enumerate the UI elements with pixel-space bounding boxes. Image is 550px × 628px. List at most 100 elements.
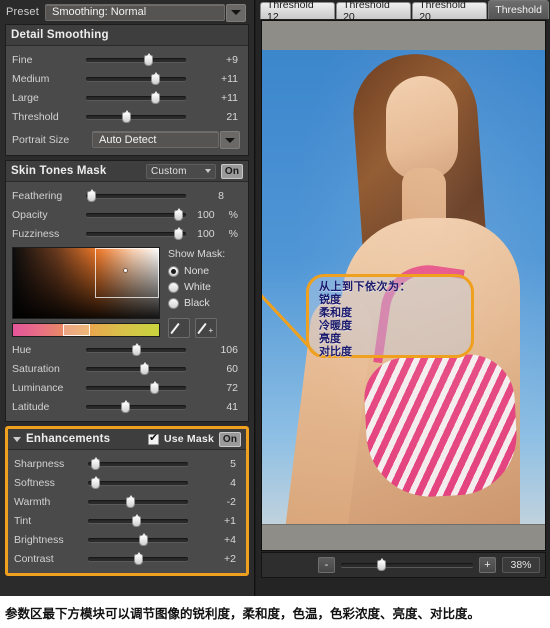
zoom-out-button[interactable]: - — [318, 557, 335, 573]
preset-dropdown-arrow[interactable] — [226, 3, 246, 22]
portrait-size-dropdown-arrow[interactable] — [220, 131, 240, 149]
hue-strip[interactable] — [12, 323, 160, 337]
mask-option-white[interactable]: White — [168, 281, 242, 293]
zoom-slider[interactable] — [341, 557, 473, 573]
tab-threshold-20-a[interactable]: Threshold 20 — [336, 0, 412, 23]
slider-sharpness-value: 5 — [230, 457, 236, 470]
enhancements-header[interactable]: Enhancements Use Mask On — [8, 429, 246, 450]
slider-fine[interactable]: Fine +9 — [6, 50, 248, 69]
mask-option-black[interactable]: Black — [168, 297, 242, 309]
radio-icon[interactable] — [168, 265, 179, 277]
slider-hue[interactable]: Hue 106 — [6, 340, 248, 359]
slider-fine-track[interactable] — [86, 52, 186, 68]
slider-tint-track[interactable] — [88, 513, 188, 529]
slider-fuzziness-track[interactable] — [86, 226, 186, 242]
slider-fine-knob[interactable] — [144, 52, 153, 66]
slider-hue-track[interactable] — [86, 342, 186, 358]
slider-softness[interactable]: Softness 4 — [8, 473, 246, 492]
hue-selection-rect[interactable] — [62, 324, 91, 336]
radio-icon[interactable] — [168, 281, 179, 293]
slider-fuzziness-knob[interactable] — [174, 226, 183, 240]
slider-sharpness[interactable]: Sharpness 5 — [8, 454, 246, 473]
slider-tint[interactable]: Tint +1 — [8, 511, 246, 530]
enhancements-on-toggle[interactable]: On — [219, 431, 241, 447]
slider-large-track[interactable] — [86, 90, 186, 106]
slider-threshold-knob[interactable] — [122, 109, 131, 123]
track-bg — [86, 114, 186, 119]
slider-luminance-track[interactable] — [86, 380, 186, 396]
track-bg — [86, 212, 186, 217]
detail-smoothing-header[interactable]: Detail Smoothing — [6, 25, 248, 46]
skin-tones-mask-title: Skin Tones Mask — [11, 165, 107, 177]
slider-softness-knob[interactable] — [91, 475, 100, 489]
use-mask-checkbox[interactable] — [147, 432, 159, 445]
slider-luminance[interactable]: Luminance 72 — [6, 378, 248, 397]
annotation-item-5: 对比度 — [319, 345, 352, 358]
skin-tones-preset-dropdown[interactable]: Custom — [146, 163, 216, 179]
image-canvas[interactable]: 从上到下依次为： 锐度 柔和度 冷暖度 亮度 对比度 — [261, 20, 546, 551]
slider-saturation-track[interactable] — [86, 361, 186, 377]
zoom-toolbar: - + 38% — [261, 552, 546, 578]
slider-brightness-knob[interactable] — [139, 532, 148, 546]
slider-warmth[interactable]: Warmth -2 — [8, 492, 246, 511]
slider-contrast-track[interactable] — [88, 551, 188, 567]
slider-medium-knob[interactable] — [151, 71, 160, 85]
slider-medium-track[interactable] — [86, 71, 186, 87]
slider-opacity-knob[interactable] — [174, 207, 183, 221]
slider-medium[interactable]: Medium +11 — [6, 69, 248, 88]
slider-threshold-track[interactable] — [86, 109, 186, 125]
slider-large[interactable]: Large +11 — [6, 88, 248, 107]
preset-dropdown[interactable]: Smoothing: Normal — [45, 3, 246, 22]
slider-feathering[interactable]: Feathering 8 — [6, 186, 248, 205]
eyedropper-add-button[interactable]: + — [195, 318, 217, 338]
zoom-slider-knob[interactable] — [376, 558, 386, 571]
slider-opacity[interactable]: Opacity 100 % — [6, 205, 248, 224]
mask-option-none[interactable]: None — [168, 265, 242, 277]
slider-contrast[interactable]: Contrast +2 — [8, 549, 246, 568]
slider-feathering-track[interactable] — [86, 188, 186, 204]
track-bg — [86, 95, 186, 100]
slider-softness-track[interactable] — [88, 475, 188, 491]
skin-tones-mask-header[interactable]: Skin Tones Mask Custom On — [6, 161, 248, 182]
slider-latitude[interactable]: Latitude 41 — [6, 397, 248, 416]
tab-threshold-20-b[interactable]: Threshold 20 — [412, 0, 488, 23]
portrait-size-dropdown[interactable]: Auto Detect — [92, 131, 240, 149]
annotation-item-4: 亮度 — [319, 332, 341, 345]
tab-threshold-12[interactable]: Threshold 12 — [260, 0, 336, 23]
slider-warmth-track[interactable] — [88, 494, 188, 510]
portrait-size-label: Portrait Size — [12, 133, 70, 146]
slider-saturation-knob[interactable] — [140, 361, 149, 375]
annotation-item-2: 柔和度 — [319, 306, 352, 319]
slider-feathering-knob[interactable] — [87, 188, 96, 202]
slider-warmth-knob[interactable] — [126, 494, 135, 508]
slider-fuzziness[interactable]: Fuzziness 100 % — [6, 224, 248, 243]
track-bg — [86, 193, 186, 198]
slider-saturation[interactable]: Saturation 60 — [6, 359, 248, 378]
slider-threshold[interactable]: Threshold 21 — [6, 107, 248, 126]
color-gradient-field[interactable] — [12, 247, 160, 319]
slider-contrast-knob[interactable] — [134, 551, 143, 565]
slider-sharpness-track[interactable] — [88, 456, 188, 472]
slider-latitude-knob[interactable] — [121, 399, 130, 413]
collapse-triangle-icon[interactable] — [13, 436, 21, 442]
slider-latitude-track[interactable] — [86, 399, 186, 415]
zoom-level-value[interactable]: 38% — [502, 557, 540, 573]
annotation-heading: 从上到下依次为： — [319, 280, 411, 293]
slider-brightness[interactable]: Brightness +4 — [8, 530, 246, 549]
tab-threshold-active[interactable]: Threshold — [488, 0, 549, 19]
slider-luminance-knob[interactable] — [150, 380, 159, 394]
caption-bar: 参数区最下方模块可以调节图像的锐利度，柔和度，色温，色彩浓度、亮度、对比度。 — [0, 596, 550, 628]
slider-large-knob[interactable] — [151, 90, 160, 104]
slider-softness-label: Softness — [14, 476, 55, 489]
zoom-in-button[interactable]: + — [479, 557, 496, 573]
slider-hue-knob[interactable] — [132, 342, 141, 356]
slider-opacity-track[interactable] — [86, 207, 186, 223]
radio-icon[interactable] — [168, 297, 179, 309]
color-selection-rect[interactable] — [94, 248, 159, 299]
skin-tones-on-toggle[interactable]: On — [221, 163, 243, 179]
slider-brightness-track[interactable] — [88, 532, 188, 548]
slider-sharpness-knob[interactable] — [91, 456, 100, 470]
slider-tint-knob[interactable] — [132, 513, 141, 527]
app-window: Preset Smoothing: Normal Detail Smoothin… — [0, 0, 550, 628]
eyedropper-button[interactable] — [168, 318, 190, 338]
